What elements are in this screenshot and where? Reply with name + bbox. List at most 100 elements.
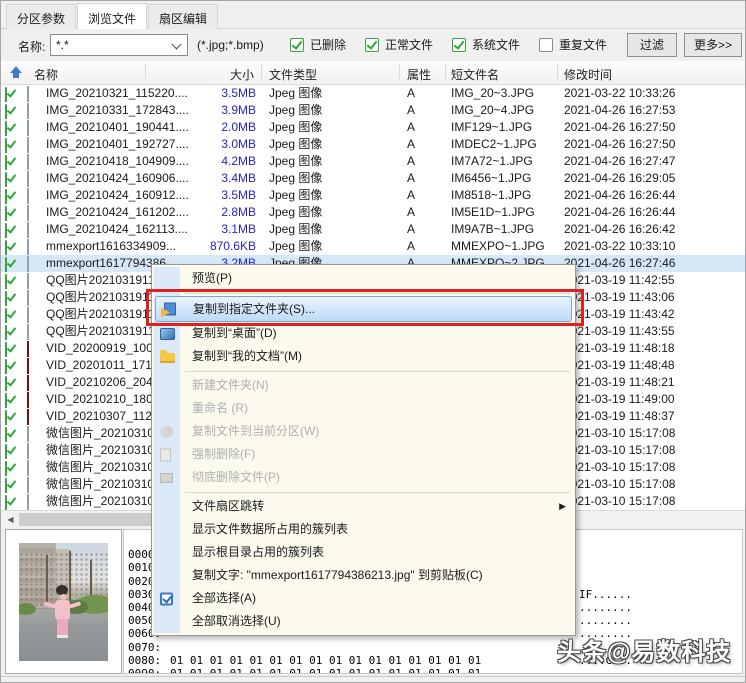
context-menu-item[interactable]: 新建文件夹(N): [152, 374, 575, 397]
context-menu-item[interactable]: 预览(P): [152, 267, 575, 290]
checkbox-checked-icon: [5, 291, 7, 307]
file-type-icon: [27, 154, 40, 170]
scroll-left-button[interactable]: ◀: [3, 512, 18, 527]
file-type: Jpeg 图像: [269, 154, 323, 168]
context-menu-item[interactable]: 彻底删除文件(P): [152, 466, 575, 489]
watermark: 头条@易数科技: [557, 639, 732, 666]
menu-item-icon: [160, 615, 176, 629]
context-menu-item[interactable]: 强制删除(F): [152, 443, 575, 466]
file-type-icon: [27, 460, 40, 476]
file-size: 870.6KB: [209, 239, 256, 253]
file-icon: [27, 494, 29, 510]
context-menu-item[interactable]: 文件扇区跳转 ▶: [152, 495, 575, 518]
file-size: 4.2MB: [221, 154, 256, 168]
file-type-icon: [27, 273, 40, 289]
tab-partition-params[interactable]: 分区参数: [6, 4, 77, 29]
menu-item-label: 预览(P): [192, 271, 232, 285]
file-shortname: IM9A7B~1.JPG: [451, 222, 535, 236]
file-modified: 2021-04-26 16:27:53: [564, 103, 676, 117]
context-menu-item[interactable]: 重命名 (R): [152, 397, 575, 420]
table-row[interactable]: IMG_20210321_115220.... 3.5MB Jpeg 图像 A …: [1, 85, 745, 103]
table-row[interactable]: mmexport1616334909... 870.6KB Jpeg 图像 A …: [1, 238, 745, 256]
checkbox-checked-icon: [5, 121, 7, 137]
file-size: 3.1MB: [221, 222, 256, 236]
file-modified: 2021-04-26 16:26:44: [564, 188, 676, 202]
filter-checkbox-item[interactable]: 正常文件: [365, 36, 433, 53]
file-shortname: IM6456~1.JPG: [451, 171, 532, 185]
table-row[interactable]: IMG_20210331_172843.... 3.9MB Jpeg 图像 A …: [1, 102, 745, 120]
column-header-modified[interactable]: 修改时间: [564, 66, 612, 83]
checkbox-icon[interactable]: [539, 37, 554, 52]
file-shortname: IMDEC2~1.JPG: [451, 137, 537, 151]
column-divider[interactable]: [399, 64, 400, 81]
file-type: Jpeg 图像: [269, 205, 323, 219]
checkbox-checked-icon: [5, 342, 7, 358]
checkbox-icon[interactable]: [365, 37, 380, 52]
table-row[interactable]: IMG_20210401_190441.... 2.0MB Jpeg 图像 A …: [1, 119, 745, 137]
column-header-shortname[interactable]: 短文件名: [451, 66, 499, 83]
column-divider[interactable]: [145, 64, 146, 81]
context-menu-item[interactable]: 显示文件数据所占用的簇列表: [152, 518, 575, 541]
photo-tree-trunk: [45, 554, 48, 605]
context-menu-item[interactable]: 显示根目录占用的簇列表: [152, 541, 575, 564]
file-modified: 2021-04-26 16:29:05: [564, 171, 676, 185]
checkbox-icon[interactable]: [452, 37, 467, 52]
file-type-icon: [27, 171, 40, 187]
file-size: 2.0MB: [221, 120, 256, 134]
filter-checkbox-item[interactable]: 已删除: [290, 36, 346, 53]
context-menu-item[interactable]: 全部选择(A): [152, 587, 575, 610]
chevron-down-icon[interactable]: [171, 39, 182, 50]
menu-item-icon: [160, 402, 176, 416]
file-icon: [27, 205, 29, 221]
tab-sector-edit[interactable]: 扇区编辑: [148, 4, 219, 29]
filter-checkbox-label: 已删除: [310, 38, 347, 52]
checkbox-checked-icon: [5, 461, 7, 477]
table-row[interactable]: IMG_20210424_162113.... 3.1MB Jpeg 图像 A …: [1, 221, 745, 239]
column-header-name[interactable]: 名称: [34, 66, 58, 83]
file-type-icon: [27, 375, 40, 391]
photo-person: [55, 599, 71, 620]
file-icon: [27, 307, 29, 323]
file-icon: [27, 86, 29, 102]
file-icon: [27, 103, 29, 119]
filter-button[interactable]: 过滤: [627, 33, 677, 57]
context-menu-items: 预览(P) 复制到指定文件夹(S)... 复制到“桌面”(D) 复制到“我的文档…: [152, 267, 575, 633]
file-size: 2.8MB: [221, 205, 256, 219]
column-divider[interactable]: [445, 64, 446, 81]
checkbox-icon[interactable]: [290, 37, 304, 52]
file-shortname: IM5E1D~1.JPG: [451, 205, 535, 219]
file-size: 3.5MB: [221, 188, 256, 202]
tab-browse-files[interactable]: 浏览文件: [77, 3, 148, 29]
context-menu-item[interactable]: 全部取消选择(U): [152, 610, 575, 633]
context-menu-item[interactable]: 复制到“桌面”(D): [152, 322, 575, 345]
column-header-attr[interactable]: 属性: [407, 66, 431, 83]
context-menu-item[interactable]: 复制到“我的文档”(M): [152, 345, 575, 368]
checkbox-checked-icon: [5, 223, 7, 239]
column-header-size[interactable]: 大小: [151, 66, 254, 83]
filter-checkbox-label: 重复文件: [559, 38, 608, 52]
table-row[interactable]: IMG_20210418_104909.... 4.2MB Jpeg 图像 A …: [1, 153, 745, 171]
file-type-icon: [27, 443, 40, 459]
table-row[interactable]: IMG_20210424_160912.... 3.5MB Jpeg 图像 A …: [1, 187, 745, 205]
menu-item-icon: [160, 592, 173, 605]
context-menu-item[interactable]: 复制到指定文件夹(S)...: [155, 296, 572, 322]
column-divider[interactable]: [557, 64, 558, 81]
table-row[interactable]: IMG_20210424_160906.... 3.4MB Jpeg 图像 A …: [1, 170, 745, 188]
column-header-type[interactable]: 文件类型: [269, 66, 317, 83]
filter-checkbox-item[interactable]: 系统文件: [452, 36, 520, 53]
table-row[interactable]: IMG_20210424_161202.... 2.8MB Jpeg 图像 A …: [1, 204, 745, 222]
file-icon: [27, 256, 29, 272]
file-modified: 2021-03-19 11:42:55: [564, 273, 675, 287]
file-type-icon: [27, 120, 40, 136]
context-menu-item[interactable]: 复制文字: "mmexport1617794386213.jpg" 到剪贴板(C…: [152, 564, 575, 587]
column-divider[interactable]: [261, 64, 262, 81]
filter-checkbox-item[interactable]: 重复文件: [539, 36, 607, 53]
more-button[interactable]: 更多>>: [684, 33, 742, 57]
name-pattern-combobox[interactable]: *.*: [50, 34, 188, 56]
context-menu-item[interactable]: 复制文件到当前分区(W): [152, 420, 575, 443]
table-row[interactable]: IMG_20210401_192727.... 3.0MB Jpeg 图像 A …: [1, 136, 745, 154]
menu-item-icon: [160, 425, 173, 438]
file-modified: 2021-04-26 16:27:50: [564, 137, 676, 151]
checkbox-checked-icon: [5, 308, 7, 324]
scrollbar-thumb[interactable]: [19, 513, 151, 526]
